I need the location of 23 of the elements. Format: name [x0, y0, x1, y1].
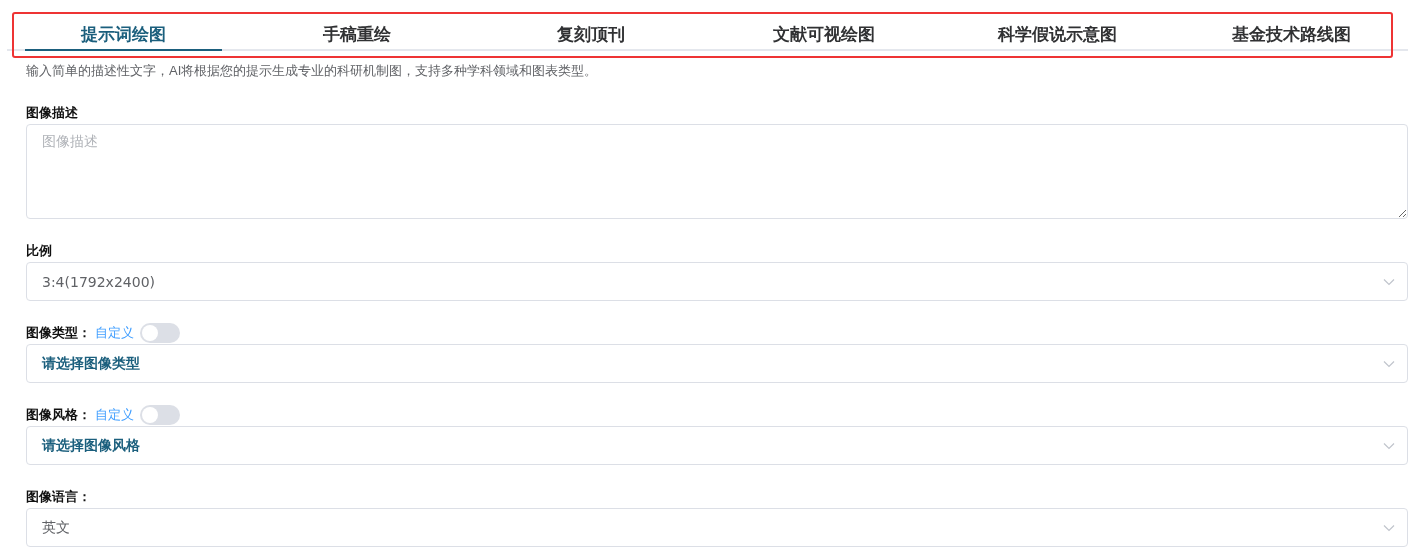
field-label: 比例: [26, 242, 52, 260]
chevron-down-icon: [1383, 277, 1395, 286]
select-field[interactable]: 3:4(1792x2400): [26, 262, 1408, 301]
select-field[interactable]: 请选择图像风格: [26, 426, 1408, 465]
description-field[interactable]: 图像描述: [26, 124, 1408, 219]
chevron-down-icon: [1383, 523, 1395, 532]
chevron-down-icon: [1383, 359, 1395, 368]
select-field[interactable]: 请选择图像类型: [26, 344, 1408, 383]
tab[interactable]: 文献可视绘图: [725, 12, 923, 51]
chevron-down-icon: [1383, 441, 1395, 450]
tab[interactable]: 基金技术路线图: [1192, 12, 1390, 51]
field-label: 图像描述: [26, 104, 78, 122]
field-label: 图像风格：: [26, 406, 91, 424]
field-label: 图像类型：: [26, 324, 91, 342]
custom-toggle[interactable]: [140, 405, 180, 425]
tab[interactable]: 提示词绘图: [25, 12, 223, 51]
field-label: 图像语言：: [26, 488, 91, 506]
tab[interactable]: 复刻顶刊: [492, 12, 690, 51]
tab[interactable]: 科学假说示意图: [959, 12, 1157, 51]
custom-toggle[interactable]: [140, 323, 180, 343]
select-field[interactable]: 英文: [26, 508, 1408, 547]
intro-text: 输入简单的描述性文字，AI将根据您的提示生成专业的科研机制图，支持多种学科领域和图表类型。: [26, 63, 599, 79]
tab[interactable]: 手稿重绘: [258, 12, 456, 51]
